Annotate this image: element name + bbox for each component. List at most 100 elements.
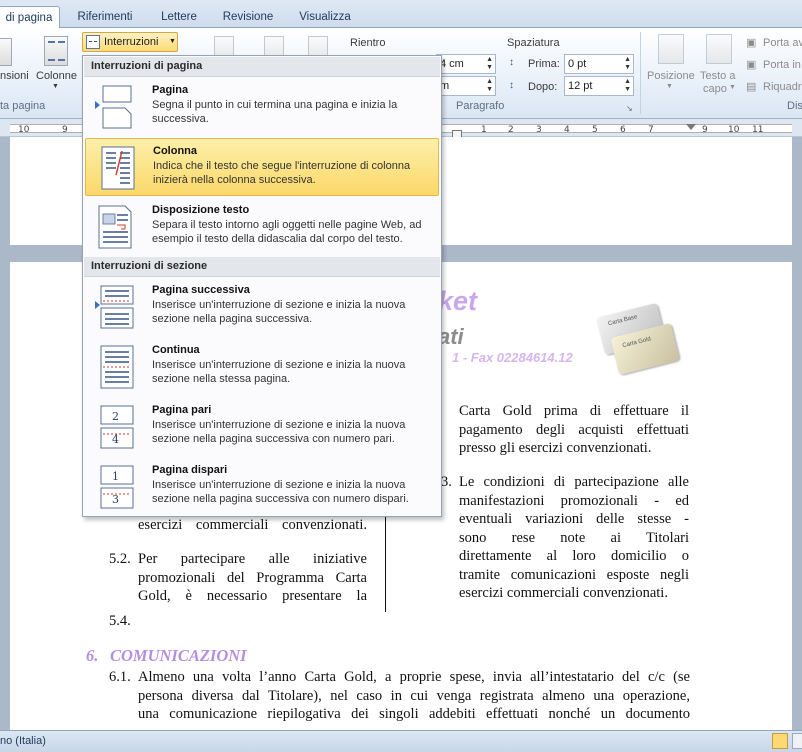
item-61-line: persona diversa dal Titolare), nel caso … <box>138 687 690 704</box>
menu-item-description: Inserisce un'interruzione di sezione e i… <box>152 299 406 325</box>
colonne-chevron-icon: ▼ <box>52 83 59 90</box>
imposta-pagina-group-label: ta pagina <box>0 100 46 112</box>
ruler-number: 11 <box>752 125 764 135</box>
ruler-number: 7 <box>648 125 654 135</box>
item-52-number: 5.2. <box>109 551 131 567</box>
rientro-label: Rientro <box>350 37 386 49</box>
menu-item-colonna[interactable]: Colonna Indica che il testo che segue l'… <box>85 138 439 196</box>
tab-riferimenti[interactable]: Riferimenti <box>70 6 140 28</box>
spinner-arrows-icon[interactable]: ▲ ▼ <box>486 56 493 72</box>
ribbon-tab-bar: di pagina Riferimenti Lettere Revisione … <box>0 0 802 29</box>
menu-section-header-page-breaks: Interruzioni di pagina <box>84 57 440 77</box>
status-bar: no (Italia) <box>0 730 802 752</box>
menu-item-pagina[interactable]: Pagina Segna il punto in cui termina una… <box>85 78 439 136</box>
svg-text:3: 3 <box>112 493 119 506</box>
item-3-number: 3. <box>441 474 452 490</box>
menu-item-title: Disposizione testo <box>152 204 250 216</box>
columns-icon[interactable] <box>44 36 68 66</box>
card-label: Carta Gold <box>621 336 652 350</box>
menu-item-description: Inserisce un'interruzione di sezione e i… <box>152 359 406 385</box>
menu-item-description: Segna il punto in cui termina una pagina… <box>152 99 398 125</box>
paragrafo-group-label: Paragrafo <box>456 100 505 112</box>
right-column-line: presso gli esercizi convenzionati. <box>459 440 652 456</box>
tab-layout-di-pagina[interactable]: di pagina <box>0 6 60 29</box>
section-6-number: 6. <box>86 646 99 665</box>
item-52-line: promozionali del Programma Carta <box>138 569 367 586</box>
item-3-line: Le condizioni di partecipazione alle <box>459 474 689 490</box>
menu-item-continua[interactable]: Continua Inserisce un'interruzione di se… <box>85 338 439 396</box>
item-3-line: direttamente al loro domicilio o <box>459 548 689 564</box>
item-61-number: 6.1. <box>109 669 131 685</box>
spinner-arrows-icon[interactable]: ▲ ▼ <box>624 78 631 94</box>
item-3-line: tramite comunicazioni esposte negli <box>459 566 689 583</box>
ruler-number: 6 <box>620 125 626 135</box>
rientro-sinistra-spinner[interactable]: 4 cm ▲ ▼ <box>436 54 496 74</box>
spinner-arrows-icon[interactable]: ▲ ▼ <box>486 78 493 94</box>
porta-indietro-button[interactable]: Porta in <box>763 59 801 71</box>
header-title-fragment: ket <box>438 286 478 316</box>
item-61-line: Almeno una volta l’anno Carta Gold, a pr… <box>138 669 690 685</box>
section-6-heading: COMUNICAZIONI <box>110 646 247 665</box>
breaks-icon <box>86 35 100 49</box>
item-52-line: Gold, è necessario presentare la <box>138 588 367 604</box>
print-layout-view-icon[interactable] <box>772 733 788 749</box>
menu-item-title: Continua <box>152 344 200 356</box>
even-page-section-break-icon: 2 4 <box>100 405 134 449</box>
card-label: Carta Base <box>607 314 639 328</box>
menu-item-title: Pagina pari <box>152 404 212 416</box>
language-indicator[interactable]: no (Italia) <box>0 735 46 747</box>
menu-item-title: Colonna <box>153 145 197 157</box>
rientro-destra-spinner[interactable]: m ▲ ▼ <box>436 76 496 96</box>
menu-item-pagina-pari[interactable]: 2 4 Pagina pari Inserisce un'interruzion… <box>85 398 439 456</box>
menu-item-title: Pagina successiva <box>152 284 250 296</box>
spaziatura-label: Spaziatura <box>507 37 560 49</box>
ruler-number: 3 <box>536 125 542 135</box>
wrap-text-icon[interactable] <box>706 34 732 64</box>
item-3-line: sono rese note ai Titolari <box>459 529 689 546</box>
right-indent-marker[interactable] <box>686 124 696 130</box>
chevron-down-icon: ▼ <box>729 84 736 91</box>
porta-avanti-button[interactable]: Porta av <box>763 37 802 49</box>
svg-text:1: 1 <box>112 470 119 483</box>
group-separator <box>640 32 641 114</box>
testo-a-capo-button-line2[interactable]: capo <box>703 83 727 95</box>
dimensioni-label[interactable]: nsioni <box>0 70 29 82</box>
item-54-number: 5.4. <box>109 613 131 629</box>
menu-item-pagina-successiva[interactable]: Pagina successiva Inserisce un'interruzi… <box>85 278 439 336</box>
text-wrapping-break-icon <box>98 205 132 249</box>
riquadro-button[interactable]: Riquadr <box>763 81 802 93</box>
colonne-button[interactable]: Colonne <box>36 70 77 82</box>
chevron-down-icon: ▼ <box>666 83 673 90</box>
menu-item-disposizione-testo[interactable]: Disposizione testo Separa il testo intor… <box>85 198 439 256</box>
testo-a-capo-button[interactable]: Testo a <box>700 70 735 82</box>
menu-item-title: Pagina <box>152 84 189 96</box>
menu-item-description: Separa il testo intorno agli oggetti nel… <box>152 219 422 245</box>
tab-lettere[interactable]: Lettere <box>152 6 206 28</box>
ruler-number: 5 <box>592 125 598 135</box>
dialog-launcher-icon[interactable]: ↘ <box>626 104 633 113</box>
dopo-value: 12 pt <box>568 80 593 92</box>
disponi-group-label: Dis <box>787 100 802 112</box>
column-break-icon <box>101 146 135 190</box>
next-page-section-break-icon <box>95 285 134 329</box>
right-column-line: Carta Gold prima di effettuare il <box>459 403 689 419</box>
dopo-label: Dopo: <box>528 81 558 93</box>
bring-forward-icon: ▣ <box>746 37 757 49</box>
left-column-line: esercizi commerciali convenzionati. <box>138 517 367 533</box>
margins-icon[interactable] <box>0 38 12 66</box>
ruler-number: 1 <box>481 125 487 135</box>
posizione-button[interactable]: Posizione <box>647 70 695 82</box>
prima-spinner[interactable]: 0 pt ▲ ▼ <box>564 54 634 74</box>
menu-section-header-section-breaks: Interruzioni di sezione <box>84 257 440 277</box>
position-icon[interactable] <box>658 34 684 64</box>
ruler-number: 4 <box>564 125 570 135</box>
dopo-spinner[interactable]: 12 pt ▲ ▼ <box>564 76 634 96</box>
full-screen-view-icon[interactable] <box>792 733 802 749</box>
tab-visualizza[interactable]: Visualizza <box>292 6 358 28</box>
chevron-down-icon: ▼ <box>169 38 176 45</box>
page-break-icon <box>95 85 132 129</box>
tab-revisione[interactable]: Revisione <box>216 6 280 28</box>
menu-item-pagina-dispari[interactable]: 1 3 Pagina dispari Inserisce un'interruz… <box>85 458 439 516</box>
interruzioni-button[interactable]: Interruzioni ▼ <box>82 32 178 52</box>
spinner-arrows-icon[interactable]: ▲ ▼ <box>624 56 631 72</box>
